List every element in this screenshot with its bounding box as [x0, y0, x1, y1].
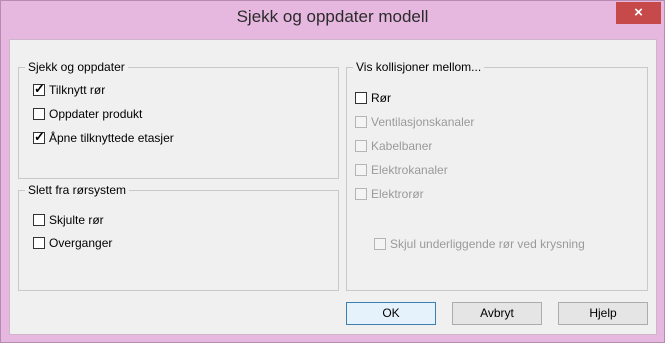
close-icon: ×	[634, 4, 643, 21]
checkbox-tilknytt-ror[interactable]: ✓ Tilknytt rør	[33, 81, 105, 99]
window-title: Sjekk og oppdater modell	[236, 7, 429, 26]
group-check-and-update: Sjekk og oppdater ✓ Tilknytt rør Oppdate…	[18, 60, 339, 179]
checkbox-box[interactable]	[355, 92, 367, 104]
dialog-window: Sjekk og oppdater modell × Sjekk og oppd…	[0, 0, 665, 343]
checkbox-kabelbaner[interactable]: Kabelbaner	[355, 137, 432, 155]
checkbox-box[interactable]	[355, 164, 367, 176]
checkbox-label: Skjulte rør	[49, 213, 104, 227]
title-bar[interactable]: Sjekk og oppdater modell ×	[1, 1, 664, 33]
help-button[interactable]: Hjelp	[558, 302, 648, 325]
checkbox-elektoror[interactable]: Elektrorør	[355, 185, 424, 203]
checkbox-overganger[interactable]: Overganger	[33, 234, 112, 252]
group-title: Sjekk og oppdater	[25, 60, 128, 74]
checkbox-box[interactable]: ✓	[33, 129, 45, 144]
group-title: Vis kollisjoner mellom...	[353, 60, 485, 74]
checkbox-label: Åpne tilknyttede etasjer	[49, 131, 174, 145]
checkbox-apne-tilknyttede-etasjer[interactable]: ✓ Åpne tilknyttede etasjer	[33, 129, 174, 147]
checkbox-skjulte-ror[interactable]: Skjulte rør	[33, 211, 104, 229]
group-show-collisions: Vis kollisjoner mellom... Rør Ventilasjo…	[346, 60, 648, 291]
checkbox-ror[interactable]: Rør	[355, 89, 391, 107]
cancel-button[interactable]: Avbryt	[452, 302, 542, 325]
checkmark-icon: ✓	[34, 129, 45, 144]
checkbox-label: Oppdater produkt	[49, 107, 143, 121]
checkbox-label: Overganger	[49, 236, 113, 250]
checkbox-ventilasjonskanaler[interactable]: Ventilasjonskanaler	[355, 113, 474, 131]
checkbox-label: Ventilasjonskanaler	[371, 115, 475, 129]
checkmark-icon: ✓	[34, 81, 45, 96]
checkbox-box[interactable]	[355, 140, 367, 152]
checkbox-label: Elektrokanaler	[371, 163, 448, 177]
checkbox-box[interactable]	[33, 108, 45, 120]
checkbox-box[interactable]	[33, 237, 45, 249]
checkbox-label: Kabelbaner	[371, 139, 433, 153]
checkbox-hide-underlying-pipes[interactable]: Skjul underliggende rør ved krysning	[374, 235, 585, 253]
checkbox-box[interactable]	[355, 188, 367, 200]
dialog-body: Sjekk og oppdater ✓ Tilknytt rør Oppdate…	[9, 39, 657, 335]
checkbox-label: Rør	[371, 91, 391, 105]
checkbox-box[interactable]	[33, 214, 45, 226]
group-title: Slett fra rørsystem	[25, 183, 130, 197]
checkbox-label: Skjul underliggende rør ved krysning	[390, 237, 585, 251]
checkbox-box[interactable]	[355, 116, 367, 128]
checkbox-box[interactable]	[374, 238, 386, 250]
checkbox-box[interactable]: ✓	[33, 81, 45, 96]
checkbox-oppdater-produkt[interactable]: Oppdater produkt	[33, 105, 142, 123]
group-delete-from-pipe-system: Slett fra rørsystem Skjulte rør Overgang…	[18, 183, 339, 291]
close-button[interactable]: ×	[616, 2, 661, 24]
ok-button[interactable]: OK	[346, 302, 436, 325]
checkbox-label: Tilknytt rør	[49, 83, 106, 97]
checkbox-elektrokanaler[interactable]: Elektrokanaler	[355, 161, 448, 179]
checkbox-label: Elektrorør	[371, 187, 424, 201]
